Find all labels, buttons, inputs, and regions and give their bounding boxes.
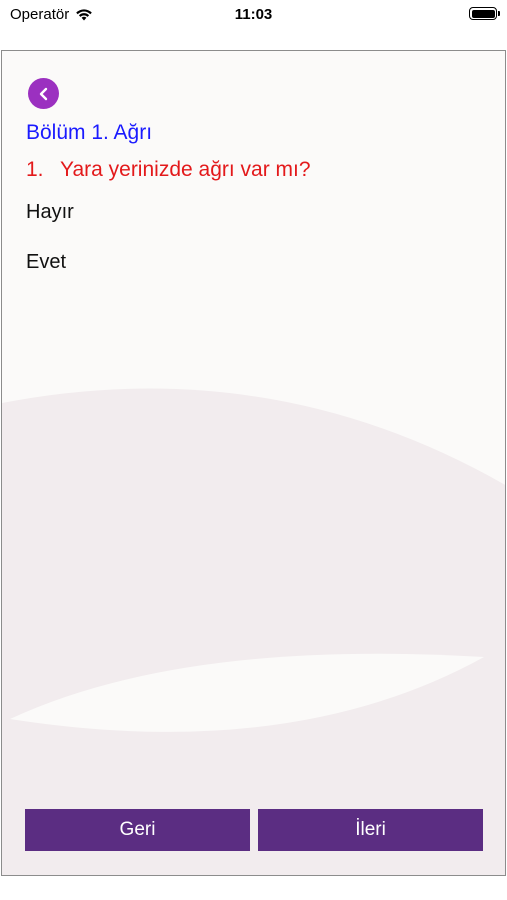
- status-bar: Operatör 11:03: [0, 0, 507, 30]
- question-number: 1.: [26, 158, 44, 181]
- back-button[interactable]: Geri: [25, 809, 250, 851]
- chevron-left-icon: [39, 87, 47, 100]
- battery-icon: [469, 7, 500, 20]
- answer-option-evet[interactable]: Evet: [26, 251, 66, 274]
- survey-panel: Bölüm 1. Ağrı 1. Yara yerinizde ağrı var …: [1, 50, 506, 876]
- next-button[interactable]: İleri: [258, 809, 483, 851]
- question-label: Yara yerinizde ağrı var mı?: [60, 158, 311, 181]
- back-circle-button[interactable]: [28, 78, 59, 109]
- section-title: Bölüm 1. Ağrı: [26, 121, 153, 144]
- answer-option-hayir[interactable]: Hayır: [26, 201, 74, 224]
- status-time: 11:03: [234, 6, 273, 23]
- question-text: 1. Yara yerinizde ağrı var mı?: [26, 158, 311, 182]
